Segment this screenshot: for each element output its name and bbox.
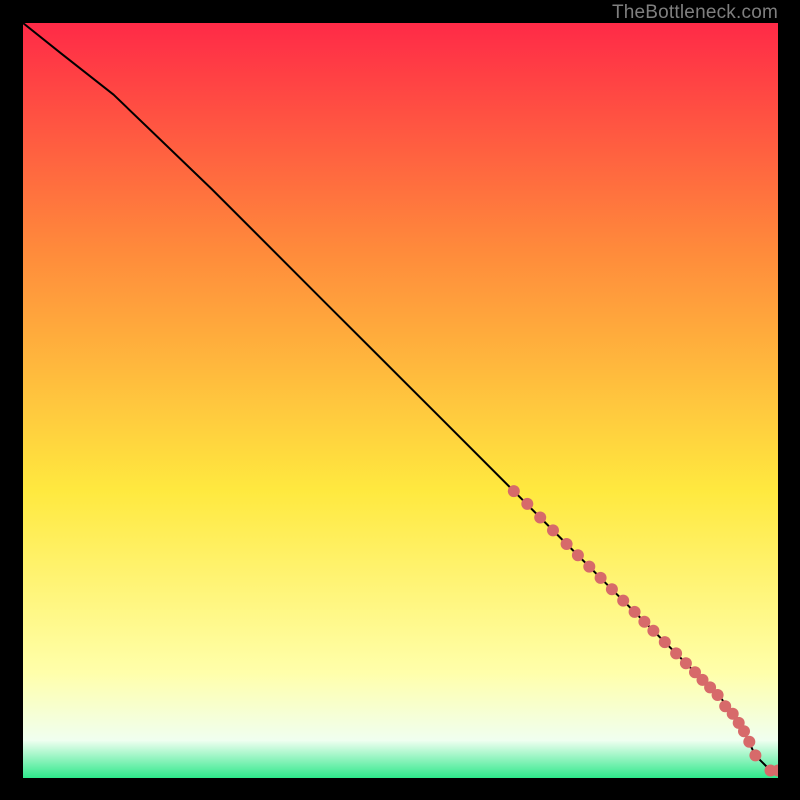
chart-stage: TheBottleneck.com bbox=[0, 0, 800, 800]
data-point bbox=[659, 636, 671, 648]
plot-area bbox=[23, 23, 778, 778]
data-point bbox=[638, 616, 650, 628]
data-point bbox=[743, 736, 755, 748]
data-point bbox=[647, 625, 659, 637]
data-point bbox=[670, 647, 682, 659]
data-point bbox=[521, 498, 533, 510]
data-point bbox=[508, 485, 520, 497]
data-point bbox=[617, 595, 629, 607]
data-point bbox=[712, 689, 724, 701]
data-point bbox=[680, 657, 692, 669]
data-point bbox=[534, 512, 546, 524]
chart-svg bbox=[23, 23, 778, 778]
data-point bbox=[738, 725, 750, 737]
watermark-text: TheBottleneck.com bbox=[612, 2, 778, 24]
data-point bbox=[572, 549, 584, 561]
data-point bbox=[561, 538, 573, 550]
data-point bbox=[595, 572, 607, 584]
data-point bbox=[583, 561, 595, 573]
plot-background bbox=[23, 23, 778, 778]
data-point bbox=[749, 749, 761, 761]
data-point bbox=[629, 606, 641, 618]
data-point bbox=[606, 583, 618, 595]
data-point bbox=[547, 524, 559, 536]
